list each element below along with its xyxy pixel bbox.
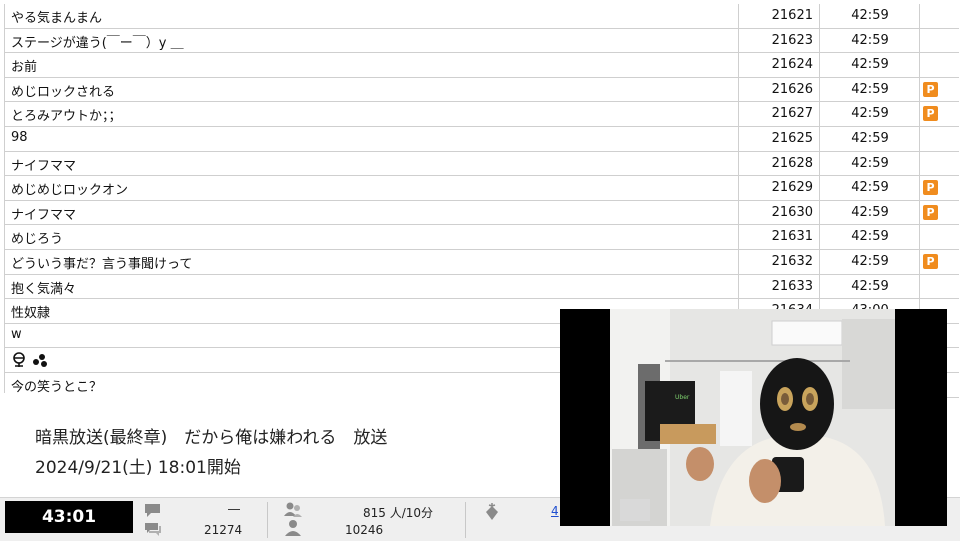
divider [267, 502, 268, 538]
comment-number: 21621 [738, 4, 819, 28]
comment-row[interactable]: ナイフママ 21628 42:59 [5, 151, 960, 177]
stat-visitors-total: 10246 [345, 523, 384, 537]
comment-time: 42:59 [819, 225, 920, 249]
comment-time: 42:59 [819, 77, 920, 102]
gift-icon [486, 503, 498, 520]
comment-text: 抱く気満々 [11, 281, 77, 297]
comment-number: 21632 [738, 249, 819, 274]
comment-number: 21627 [738, 102, 819, 126]
comment-time: 42:59 [819, 274, 920, 299]
comment-row[interactable]: とろみアウトか；； 21627 42:59 P [5, 102, 959, 127]
comment-row[interactable]: 98 21625 42:59 [5, 126, 960, 152]
stat-comments-rate: ― [228, 502, 240, 516]
broadcast-start-time: 2024/9/21(土) 18:01開始 [35, 458, 241, 478]
comment-number: 21633 [738, 274, 819, 299]
comment-number: 21630 [738, 200, 819, 225]
comment-time: 42:59 [819, 151, 920, 176]
comment-time: 42:59 [819, 249, 920, 274]
comment-text: ナイフママ [11, 158, 77, 174]
comment-text: 性奴隷 [11, 306, 51, 322]
comment-number: 21623 [738, 28, 819, 53]
comment-time: 42:59 [819, 53, 920, 77]
broadcast-title: 暗黒放送(最終章) だから俺は嫌われる 放送 [35, 428, 388, 448]
comment-time: 42:59 [819, 176, 920, 200]
comment-emoji [11, 351, 51, 373]
premium-badge-icon: P [923, 106, 938, 122]
comment-number: 21626 [738, 77, 819, 102]
stat-comments-total: 21274 [204, 523, 243, 537]
comment-time: 42:59 [819, 102, 920, 126]
comment-text: 98 [11, 129, 28, 145]
badge-cell [919, 151, 960, 176]
badge-cell: P [919, 102, 960, 126]
badge-cell [919, 28, 960, 53]
comment-number: 21629 [738, 176, 819, 200]
comment-time: 42:59 [819, 28, 920, 53]
comment-icon [145, 504, 160, 517]
badge-cell: P [919, 77, 960, 102]
comment-number: 21624 [738, 53, 819, 77]
badge-cell: P [919, 200, 960, 225]
comment-text: w [11, 326, 22, 342]
emoji-icons [13, 352, 47, 368]
comment-text: めじろう [11, 232, 64, 248]
premium-badge-icon: P [923, 81, 938, 97]
comment-text: どういう事だ？言う事聞けって [11, 256, 193, 272]
premium-badge-icon: P [923, 204, 938, 220]
comment-row[interactable]: めじろう 21631 42:59 [5, 225, 959, 250]
elapsed-time: 43:01 [5, 501, 133, 533]
premium-badge-icon: P [923, 253, 938, 269]
stat-gift-link[interactable]: 4 [551, 504, 559, 518]
comment-time: 42:59 [819, 200, 920, 225]
comment-text: お前 [11, 60, 38, 76]
comment-time: 42:59 [819, 4, 920, 28]
comment-time: 42:59 [819, 126, 920, 151]
divider [465, 502, 466, 538]
comment-row[interactable]: 抱く気満々 21633 42:59 [5, 274, 960, 300]
stat-visitors-rate: 815 人/10分 [363, 506, 434, 520]
comment-row[interactable]: ナイフママ 21630 42:59 P [5, 200, 960, 226]
video-frame: Uber [560, 309, 947, 526]
badge-cell: P [919, 249, 960, 274]
badge-cell [919, 274, 960, 299]
badge-cell: P [919, 176, 960, 200]
video-player[interactable]: Uber [560, 309, 947, 526]
badge-cell [919, 4, 960, 28]
comments-total-icon [145, 523, 161, 536]
comment-row[interactable]: お前 21624 42:59 [5, 53, 959, 78]
badge-cell [919, 126, 960, 151]
comment-number: 21631 [738, 225, 819, 249]
badge-cell [919, 225, 960, 249]
comment-row[interactable]: どういう事だ？言う事聞けって 21632 42:59 P [5, 249, 960, 275]
comment-row[interactable]: やる気まんまん 21621 42:59 [5, 4, 959, 29]
comment-text: ステージが違う(￣ー￣）y ＿ [11, 35, 184, 51]
comment-row[interactable]: ステージが違う(￣ー￣）y ＿ 21623 42:59 [5, 28, 960, 54]
video-sign: Uber [675, 394, 690, 401]
comment-text: やる気まんまん [11, 11, 103, 26]
comment-row[interactable]: めじめじロックオン 21629 42:59 P [5, 176, 959, 201]
comment-number: 21625 [738, 126, 819, 151]
comment-text: めじめじロックオン [11, 183, 129, 199]
comment-text: とろみアウトか；； [11, 109, 122, 125]
premium-badge-icon: P [923, 180, 938, 196]
broadcast-info: 暗黒放送(最終章) だから俺は嫌われる 放送 2024/9/21(土) 18:0… [0, 393, 560, 497]
comment-number: 21628 [738, 151, 819, 176]
comment-row[interactable]: めじロックされる 21626 42:59 P [5, 77, 960, 103]
comment-text: ナイフママ [11, 207, 77, 223]
user-icon [285, 520, 301, 536]
visitors-icon [284, 502, 302, 517]
badge-cell [919, 53, 960, 77]
comment-text: めじロックされる [11, 84, 116, 100]
